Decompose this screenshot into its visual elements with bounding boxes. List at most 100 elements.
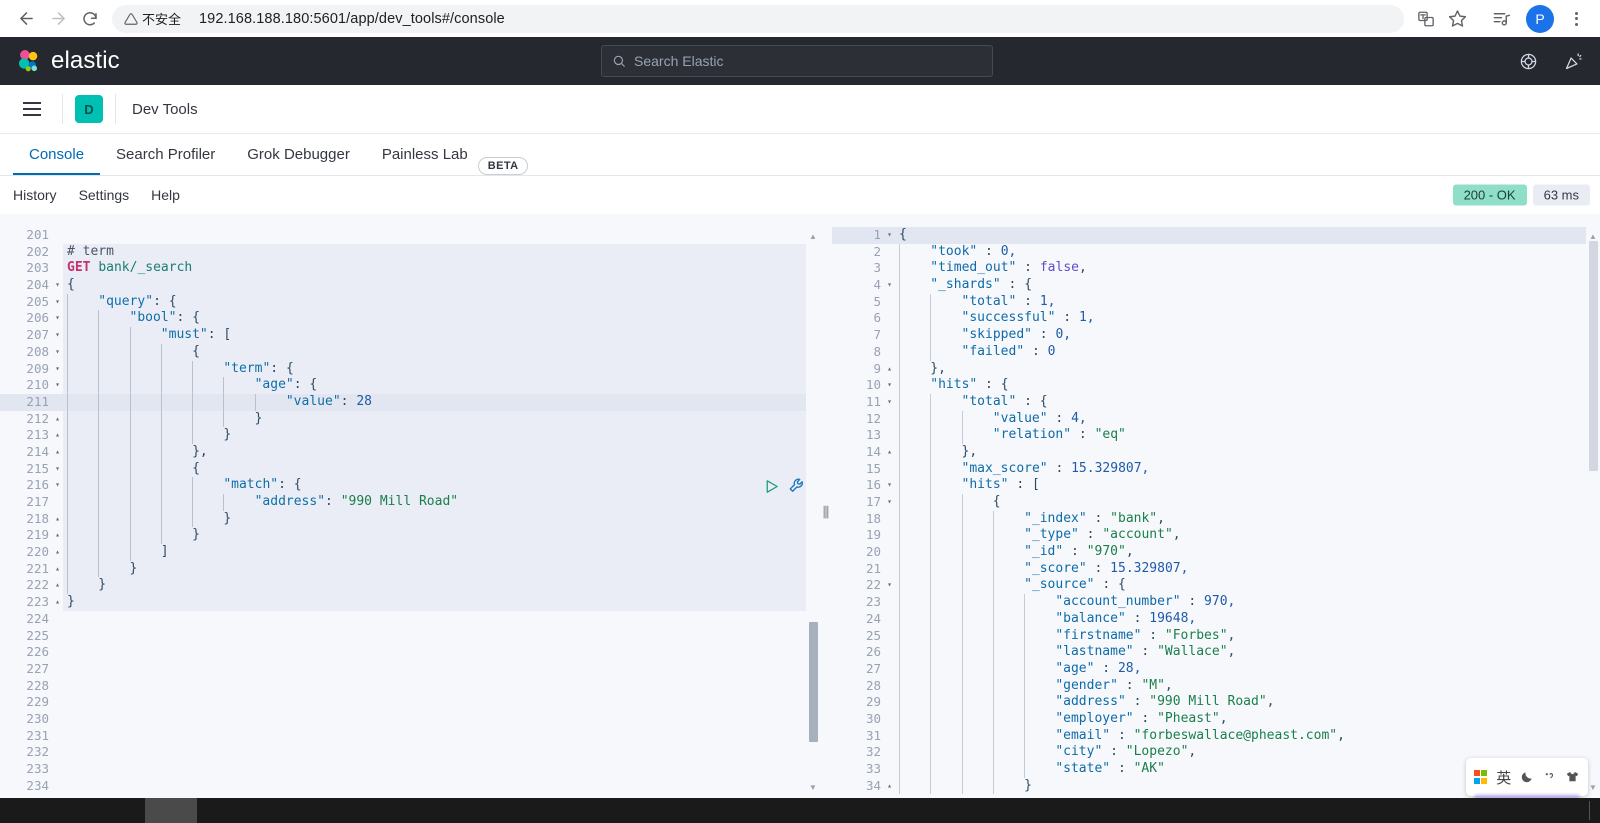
scroll-down-arrow[interactable]: ▼ — [809, 784, 817, 792]
profile-avatar[interactable]: P — [1526, 4, 1554, 33]
app-badge[interactable]: D — [75, 95, 103, 123]
code-line[interactable]: 228 — [0, 678, 820, 695]
editor-code[interactable]: 201 202 # term 203 GET bank/_search 204 ▾{205 ▾… — [0, 227, 820, 794]
code-line[interactable]: 22 ▾ "_source" : { — [832, 577, 1600, 595]
editor-vertical-scrollbar[interactable]: ▲ ▼ — [806, 227, 820, 798]
fold-toggle-icon[interactable]: ▴ — [52, 577, 63, 594]
announcement-icon[interactable] — [1564, 51, 1584, 71]
code-line[interactable]: 233 — [0, 761, 820, 778]
code-line[interactable]: 19 "_type" : "account", — [832, 527, 1600, 545]
code-line[interactable]: 207 ▾ "must": [ — [0, 327, 820, 344]
code-line[interactable]: 215 ▾ { — [0, 460, 820, 478]
help-circle-icon[interactable] — [1519, 52, 1538, 71]
response-output-pane[interactable]: 1 ▾{2 "took" : 0, 3 "timed_out" : false, 4 ▾ "_… — [832, 227, 1600, 798]
code-line[interactable]: 24 "balance" : 19648, — [832, 610, 1600, 628]
code-line[interactable]: 212 ▴} — [0, 410, 820, 428]
back-button[interactable] — [10, 3, 42, 35]
scroll-up-arrow[interactable]: ▲ — [1589, 233, 1597, 241]
code-line[interactable]: 11 ▾ "total" : { — [832, 393, 1600, 411]
code-line[interactable]: 3 "timed_out" : false, — [832, 260, 1600, 278]
code-line[interactable]: 17 ▾ { — [832, 494, 1600, 511]
fold-toggle-icon[interactable]: ▴ — [52, 594, 63, 611]
code-line[interactable]: 1 ▾ { — [832, 227, 1600, 244]
moon-icon[interactable] — [1520, 770, 1534, 784]
code-line[interactable]: 223 ▴} — [0, 594, 820, 611]
scroll-down-arrow[interactable]: ▼ — [1589, 784, 1597, 792]
code-line[interactable]: 222 ▴} — [0, 577, 820, 595]
fold-toggle-icon[interactable]: ▾ — [884, 277, 895, 294]
code-line[interactable]: 208 ▾ { — [0, 343, 820, 361]
code-line[interactable]: 206 ▾ "bool": { — [0, 310, 820, 328]
code-line[interactable]: 20 "_id" : "970", — [832, 544, 1600, 561]
code-line[interactable]: 226 — [0, 644, 820, 661]
fold-toggle-icon[interactable]: ▾ — [52, 310, 63, 327]
fold-toggle-icon[interactable]: ▴ — [52, 527, 63, 544]
code-line[interactable]: 205 ▾ "query": { — [0, 293, 820, 311]
fold-toggle-icon[interactable]: ▴ — [52, 411, 63, 428]
tshirt-icon[interactable] — [1565, 770, 1580, 785]
fold-toggle-icon[interactable]: ▾ — [52, 277, 63, 294]
code-line[interactable]: 21 "_score" : 15.329807, — [832, 560, 1600, 578]
translate-button[interactable] — [1412, 6, 1440, 32]
fold-toggle-icon[interactable]: ▾ — [884, 394, 895, 411]
code-line[interactable]: 203 GET bank/_search — [0, 260, 820, 277]
fold-toggle-icon[interactable]: ▴ — [52, 561, 63, 578]
code-line[interactable]: 213 ▴} — [0, 427, 820, 444]
output-scroll-region[interactable]: 1 ▾{2 "took" : 0, 3 "timed_out" : false, 4 ▾ "_… — [832, 227, 1600, 798]
code-line[interactable]: 218 ▴} — [0, 510, 820, 528]
code-line[interactable]: 227 — [0, 661, 820, 678]
bookmark-button[interactable] — [1442, 4, 1472, 34]
browser-menu-button[interactable] — [1562, 5, 1590, 33]
elastic-brand[interactable]: elastic — [16, 47, 120, 75]
fold-toggle-icon[interactable]: ▾ — [884, 494, 895, 511]
tab-painless-lab[interactable]: Painless Lab — [366, 133, 484, 175]
fold-toggle-icon[interactable]: ▴ — [52, 427, 63, 444]
fold-toggle-icon[interactable]: ▾ — [884, 377, 895, 394]
code-line[interactable]: 202 # term — [0, 244, 820, 261]
code-line[interactable]: 234 — [0, 778, 820, 795]
settings-button[interactable]: Settings — [79, 187, 130, 203]
code-line[interactable]: 232 — [0, 744, 820, 761]
code-line[interactable]: 221 ▴} — [0, 560, 820, 578]
code-line[interactable]: 217 "address": "990 Mill Road" — [0, 494, 820, 511]
code-line[interactable]: 230 — [0, 711, 820, 728]
site-security-chip[interactable]: 不安全 — [120, 7, 189, 30]
forward-button[interactable] — [42, 3, 74, 35]
code-line[interactable]: 7 "skipped" : 0, — [832, 327, 1600, 344]
help-button[interactable]: Help — [151, 187, 180, 203]
pane-resize-handle[interactable]: ⫼ — [820, 227, 832, 798]
tab-console[interactable]: Console — [13, 133, 101, 175]
code-line[interactable]: 231 — [0, 728, 820, 745]
code-line[interactable]: 204 ▾{ — [0, 277, 820, 294]
code-line[interactable]: 27 "age" : 28, — [832, 660, 1600, 678]
code-line[interactable]: 29 "address" : "990 Mill Road", — [832, 694, 1600, 711]
code-line[interactable]: 216 ▾ "match": { — [0, 477, 820, 494]
tab-search-profiler[interactable]: Search Profiler — [100, 133, 231, 175]
address-bar[interactable]: 不安全 192.168.188.180:5601/app/dev_tools#/… — [112, 4, 1404, 33]
code-line[interactable]: 18 "_index" : "bank", — [832, 510, 1600, 528]
fold-toggle-icon[interactable]: ▴ — [52, 511, 63, 528]
output-vertical-scrollbar[interactable]: ▲ ▼ — [1586, 227, 1600, 798]
code-line[interactable]: 14 ▴}, — [832, 443, 1600, 461]
code-line[interactable]: 10 ▾ "hits" : { — [832, 377, 1600, 394]
code-line[interactable]: 201 — [0, 227, 820, 244]
code-line[interactable]: 13 "relation" : "eq" — [832, 427, 1600, 444]
editor-scroll-thumb[interactable] — [809, 622, 818, 742]
output-code[interactable]: 1 ▾{2 "took" : 0, 3 "timed_out" : false, 4 ▾ "_… — [832, 227, 1600, 795]
code-line[interactable]: 28 "gender" : "M", — [832, 677, 1600, 695]
code-line[interactable]: 211 "value": 28 — [0, 393, 820, 411]
code-line[interactable]: 6 "successful" : 1, — [832, 310, 1600, 328]
code-line[interactable]: 15 "max_score" : 15.329807, — [832, 460, 1600, 478]
play-triangle-icon[interactable] — [763, 478, 780, 495]
code-line[interactable]: 25 "firstname" : "Forbes", — [832, 627, 1600, 645]
fold-toggle-icon[interactable]: ▾ — [52, 461, 63, 478]
code-line[interactable]: 209 ▾ "term": { — [0, 360, 820, 378]
code-line[interactable]: 23 "account_number" : 970, — [832, 594, 1600, 611]
code-line[interactable]: 225 — [0, 628, 820, 645]
code-line[interactable]: 4 ▾ "_shards" : { — [832, 277, 1600, 294]
hamburger-menu-icon[interactable] — [14, 91, 50, 127]
code-line[interactable]: 214 ▴}, — [0, 443, 820, 461]
fold-toggle-icon[interactable]: ▾ — [884, 577, 895, 594]
scroll-up-arrow[interactable]: ▲ — [809, 233, 817, 241]
code-line[interactable]: 30 "employer" : "Pheast", — [832, 710, 1600, 728]
